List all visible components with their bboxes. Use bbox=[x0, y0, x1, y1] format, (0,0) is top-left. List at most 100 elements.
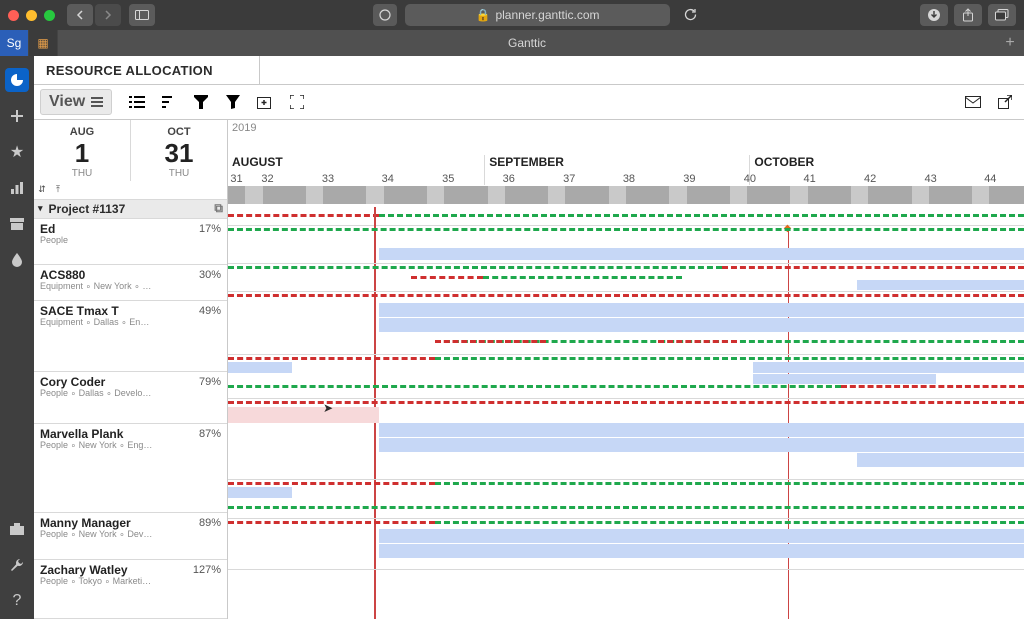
minimize-window[interactable] bbox=[26, 10, 37, 21]
resource-utilization: 49% bbox=[199, 305, 221, 317]
archive-icon[interactable] bbox=[5, 212, 29, 236]
chart-row[interactable] bbox=[228, 355, 1024, 399]
date-end[interactable]: OCT 31 THU bbox=[130, 120, 227, 181]
address-bar[interactable]: 🔒 planner.ganttic.com bbox=[405, 4, 669, 26]
task-bar[interactable] bbox=[753, 362, 1024, 373]
app-toolbar: View bbox=[34, 84, 1024, 120]
utilization-band bbox=[658, 340, 738, 343]
week-label: 44 bbox=[984, 173, 996, 185]
export-icon[interactable] bbox=[996, 93, 1014, 111]
task-bar[interactable] bbox=[857, 280, 1024, 290]
fullscreen-icon[interactable] bbox=[288, 93, 306, 111]
resource-subtitle: People ∘ Dallas ∘ Develo… bbox=[40, 389, 221, 399]
week-label: 36 bbox=[503, 173, 515, 185]
app-logo-icon[interactable] bbox=[5, 68, 29, 92]
downloads-button[interactable] bbox=[920, 4, 948, 26]
chart-row[interactable] bbox=[228, 264, 1024, 292]
sidebar-toggle[interactable] bbox=[129, 4, 155, 26]
sort-icon[interactable] bbox=[160, 93, 178, 111]
resource-row[interactable]: Zachary WatleyPeople ∘ Tokyo ∘ Marketi…1… bbox=[34, 560, 227, 619]
filter-icon[interactable] bbox=[224, 93, 242, 111]
zoom-window[interactable] bbox=[44, 10, 55, 21]
back-button[interactable] bbox=[67, 4, 93, 26]
date-start[interactable]: AUG 1 THU bbox=[34, 120, 130, 181]
chart-row[interactable] bbox=[228, 519, 1024, 570]
task-bar[interactable] bbox=[228, 362, 292, 373]
resource-utilization: 79% bbox=[199, 376, 221, 388]
chart-row[interactable] bbox=[228, 399, 1024, 480]
utilization-band bbox=[228, 266, 722, 269]
add-task-icon[interactable] bbox=[256, 93, 274, 111]
collapse-all-button[interactable]: ⇵ bbox=[34, 181, 50, 199]
task-bar[interactable] bbox=[379, 318, 1024, 332]
utilization-band bbox=[841, 385, 1024, 388]
week-label: 39 bbox=[683, 173, 695, 185]
share-button[interactable] bbox=[954, 4, 982, 26]
add-icon[interactable] bbox=[5, 104, 29, 128]
expand-all-button[interactable]: ⤒ bbox=[50, 181, 66, 199]
task-bar[interactable] bbox=[857, 453, 1024, 467]
wrench-icon[interactable] bbox=[5, 553, 29, 577]
star-icon[interactable]: ★ bbox=[5, 140, 29, 164]
view-menu-button[interactable]: View bbox=[40, 89, 112, 115]
task-bar[interactable] bbox=[379, 438, 1024, 452]
chart-row[interactable] bbox=[228, 292, 1024, 355]
utilization-band bbox=[228, 401, 1024, 404]
week-label: 42 bbox=[864, 173, 876, 185]
resource-row[interactable]: Marvella PlankPeople ∘ New York ∘ Eng…87… bbox=[34, 424, 227, 513]
resource-utilization: 87% bbox=[199, 428, 221, 440]
external-link-icon[interactable]: ⧉ bbox=[214, 201, 223, 216]
project-row[interactable]: ▾ Project #1137 ⧉ bbox=[34, 200, 227, 219]
drop-icon[interactable] bbox=[5, 248, 29, 272]
task-bar[interactable] bbox=[379, 529, 1024, 543]
task-bar[interactable] bbox=[379, 248, 1024, 260]
site-settings-button[interactable] bbox=[373, 4, 397, 26]
resource-row[interactable]: SACE Tmax TEquipment ∘ Dallas ∘ En…49% bbox=[34, 301, 227, 372]
task-bar[interactable] bbox=[379, 544, 1024, 558]
gantt-chart[interactable]: ◆ bbox=[228, 226, 1024, 619]
page-title[interactable]: RESOURCE ALLOCATION bbox=[34, 56, 260, 85]
chart-icon[interactable] bbox=[5, 176, 29, 200]
traffic-lights bbox=[8, 10, 55, 21]
list-view-icon[interactable] bbox=[128, 93, 146, 111]
task-bar[interactable] bbox=[753, 374, 936, 384]
close-window[interactable] bbox=[8, 10, 19, 21]
help-icon[interactable]: ? bbox=[5, 589, 29, 613]
resource-row[interactable]: Cory CoderPeople ∘ Dallas ∘ Develo…79% bbox=[34, 372, 227, 424]
task-bar[interactable] bbox=[228, 407, 379, 423]
week-label: 40 bbox=[744, 173, 756, 185]
chart-row[interactable] bbox=[228, 480, 1024, 519]
task-bar[interactable] bbox=[379, 423, 1024, 437]
resource-utilization: 89% bbox=[199, 517, 221, 529]
filter-column-icon[interactable] bbox=[192, 93, 210, 111]
forward-button[interactable] bbox=[95, 4, 121, 26]
resource-row[interactable]: ACS880Equipment ∘ New York ∘ …30% bbox=[34, 265, 227, 301]
week-label: 41 bbox=[804, 173, 816, 185]
week-label: 38 bbox=[623, 173, 635, 185]
new-tab-button[interactable]: + bbox=[996, 30, 1024, 56]
resource-subtitle: Equipment ∘ New York ∘ … bbox=[40, 282, 221, 292]
task-bar[interactable] bbox=[228, 487, 292, 498]
week-label: 31 bbox=[230, 173, 242, 185]
utilization-band bbox=[228, 357, 435, 360]
briefcase-icon[interactable] bbox=[5, 517, 29, 541]
favorite-2[interactable]: ▦ bbox=[29, 30, 58, 56]
utilization-band bbox=[435, 521, 1024, 524]
timescale-header[interactable]: 2019 AUGUSTSEPTEMBEROCTOBER 313233343536… bbox=[228, 120, 1024, 186]
chevron-down-icon: ▾ bbox=[38, 203, 43, 214]
date-range-header[interactable]: AUG 1 THU OCT 31 THU bbox=[34, 120, 227, 181]
day-scale[interactable] bbox=[228, 186, 1024, 205]
mail-icon[interactable] bbox=[964, 93, 982, 111]
resource-row[interactable]: Manny ManagerPeople ∘ New York ∘ Dev…89% bbox=[34, 513, 227, 560]
resource-row[interactable]: EdPeople17% bbox=[34, 219, 227, 265]
task-bar[interactable] bbox=[379, 303, 1024, 317]
tab-title[interactable]: Ganttic bbox=[58, 30, 996, 56]
week-label: 37 bbox=[563, 173, 575, 185]
chart-row[interactable] bbox=[228, 226, 1024, 264]
app-sidebar: ★ ? bbox=[0, 56, 34, 619]
utilization-band bbox=[228, 521, 435, 524]
resource-name: Cory Coder bbox=[40, 376, 221, 389]
favorite-1[interactable]: Sg bbox=[0, 30, 29, 56]
reload-button[interactable] bbox=[678, 4, 702, 26]
tabs-button[interactable] bbox=[988, 4, 1016, 26]
